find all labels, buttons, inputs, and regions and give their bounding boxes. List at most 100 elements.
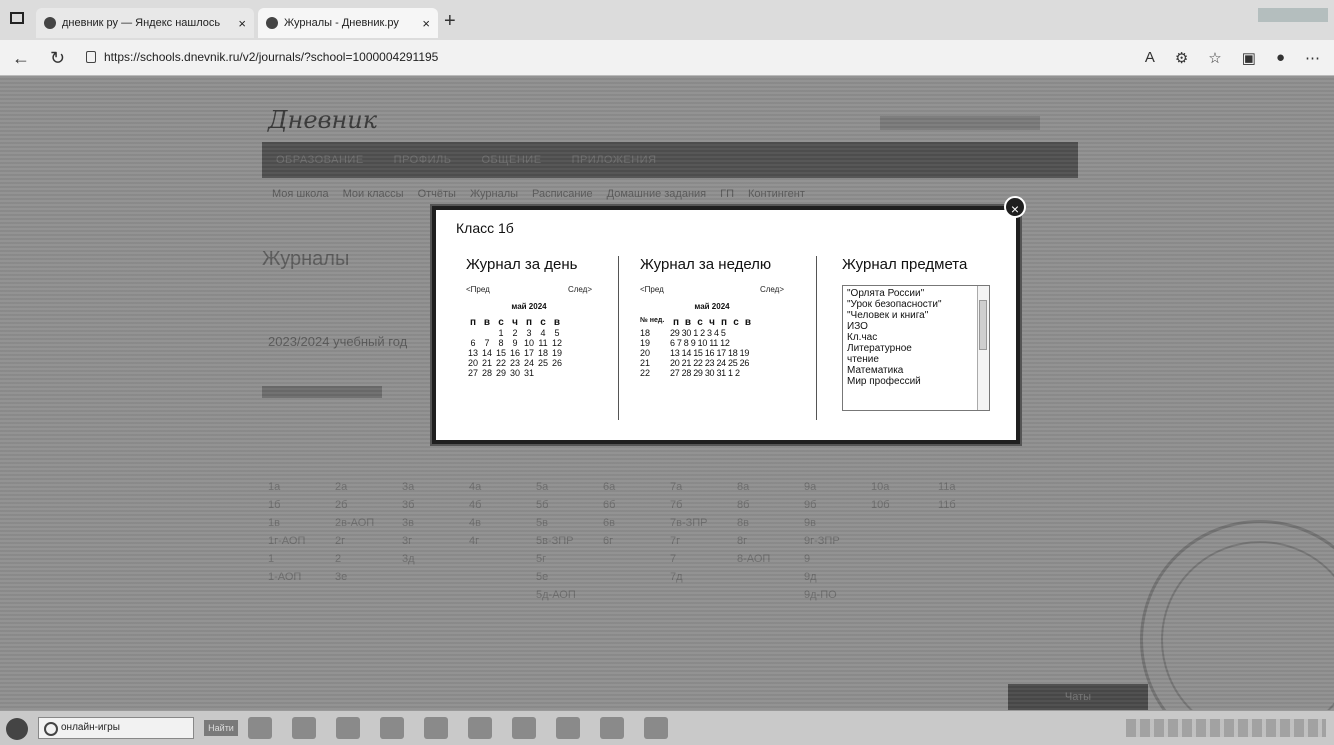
user-profile-block[interactable] (880, 116, 1040, 130)
class-link[interactable]: 8-АОП (737, 553, 804, 565)
class-link[interactable]: 2 (335, 553, 402, 565)
tab-journals[interactable]: Журналы - Дневник.ру × (258, 8, 438, 38)
class-link[interactable]: 9 (804, 553, 871, 565)
calendar-week-row[interactable]: 20 13 14 15 16 17 18 19 (640, 348, 784, 358)
day-next-link[interactable]: След> (568, 285, 592, 294)
new-tab-button[interactable]: + (444, 10, 456, 33)
class-link[interactable]: 1-АОП (268, 571, 335, 583)
week-next-link[interactable]: След> (760, 285, 784, 294)
class-link[interactable]: 5е (536, 571, 603, 583)
file-explorer-icon[interactable] (292, 717, 316, 739)
scrollbar-thumb[interactable] (979, 300, 987, 350)
calendar-day[interactable]: 17 (522, 348, 536, 358)
class-link[interactable]: 3б (402, 499, 469, 511)
class-link[interactable]: 1а (268, 481, 335, 493)
calendar-day[interactable]: 30 (508, 368, 522, 378)
tab-close-icon[interactable]: × (422, 16, 430, 31)
class-link[interactable]: 5д-АОП (536, 589, 603, 601)
calendar-day[interactable]: 20 (466, 358, 480, 368)
class-link[interactable]: 8в (737, 517, 804, 529)
calendar-day[interactable]: 2 (508, 328, 522, 338)
class-link[interactable]: 4а (469, 481, 536, 493)
subnav-my-classes[interactable]: Мои классы (343, 188, 404, 200)
class-link[interactable]: 2а (335, 481, 402, 493)
class-link[interactable]: 7в-ЗПР (670, 517, 737, 529)
chat-button[interactable]: Чаты (1008, 684, 1148, 710)
subnav-journals[interactable]: Журналы (470, 188, 518, 200)
week-days[interactable]: 13 14 15 16 17 18 19 (670, 348, 749, 358)
ie-icon[interactable] (248, 717, 272, 739)
class-link[interactable]: 5а (536, 481, 603, 493)
class-link[interactable]: 9г-ЗПР (804, 535, 871, 547)
calendar-day[interactable]: 26 (550, 358, 564, 368)
tab-close-icon[interactable]: × (238, 16, 246, 31)
powerpoint-icon[interactable] (468, 717, 492, 739)
calendar-week-row[interactable]: 19 6 7 8 9 10 11 12 (640, 338, 784, 348)
class-link[interactable]: 7 (670, 553, 737, 565)
find-button[interactable]: Найти (204, 720, 238, 736)
class-link[interactable]: 7б (670, 499, 737, 511)
calendar-day[interactable]: 5 (550, 328, 564, 338)
app-icon[interactable] (424, 717, 448, 739)
calendar-day[interactable]: 23 (508, 358, 522, 368)
modal-close-button[interactable]: × (1004, 196, 1026, 218)
favorites-icon[interactable]: ☆ (1208, 49, 1221, 67)
calendar-day[interactable]: 9 (508, 338, 522, 348)
class-link[interactable]: 7г (670, 535, 737, 547)
collections-icon[interactable]: ▣ (1242, 49, 1256, 67)
week-number[interactable]: 20 (640, 348, 670, 358)
calendar-day[interactable]: 8 (494, 338, 508, 348)
calendar-day[interactable]: 31 (522, 368, 536, 378)
class-link[interactable]: 10а (871, 481, 938, 493)
extensions-icon[interactable]: ⚙ (1175, 49, 1188, 67)
class-link[interactable]: 2в-АОП (335, 517, 402, 529)
calendar-day[interactable]: 14 (480, 348, 494, 358)
class-link[interactable]: 7а (670, 481, 737, 493)
class-link[interactable]: 8а (737, 481, 804, 493)
subject-option[interactable]: "Урок безопасности" (847, 299, 975, 310)
nav-profile[interactable]: ПРОФИЛЬ (394, 154, 452, 166)
class-link[interactable]: 1в (268, 517, 335, 529)
calendar-day[interactable]: 4 (536, 328, 550, 338)
calendar-day[interactable]: 11 (536, 338, 550, 348)
week-days[interactable]: 29 30 1 2 3 4 5 (670, 328, 726, 338)
class-link[interactable]: 2б (335, 499, 402, 511)
taskbar-search-input[interactable]: онлайн-игры (38, 717, 194, 739)
week-number[interactable]: 19 (640, 338, 670, 348)
site-logo[interactable]: Дневник (268, 106, 377, 134)
subject-listbox[interactable]: "Орлята России" "Урок безопасности" "Челов… (842, 285, 990, 411)
week-days[interactable]: 6 7 8 9 10 11 12 (670, 338, 730, 348)
subnav-homework[interactable]: Домашние задания (607, 188, 706, 200)
calendar-day[interactable]: 13 (466, 348, 480, 358)
calendar-day[interactable]: 3 (522, 328, 536, 338)
url-field[interactable]: https://schools.dnevnik.ru/v2/journals/?… (104, 50, 438, 64)
subnav-schedule[interactable]: Расписание (532, 188, 593, 200)
class-link[interactable]: 6г (603, 535, 670, 547)
nav-apps[interactable]: ПРИЛОЖЕНИЯ (572, 154, 657, 166)
class-link[interactable]: 9в (804, 517, 871, 529)
calendar-day[interactable]: 27 (466, 368, 480, 378)
subnav-my-school[interactable]: Моя школа (272, 188, 329, 200)
subject-option[interactable]: "Орлята России" (847, 288, 975, 299)
class-link[interactable]: 6в (603, 517, 670, 529)
more-menu-icon[interactable]: ⋯ (1305, 49, 1320, 67)
class-link[interactable]: 8г (737, 535, 804, 547)
edge-icon[interactable] (556, 717, 580, 739)
class-link[interactable]: 5в (536, 517, 603, 529)
subject-option[interactable]: Литературное (847, 343, 975, 354)
back-arrow-icon[interactable]: ← (12, 48, 30, 69)
class-link[interactable]: 9б (804, 499, 871, 511)
calendar-day[interactable]: 21 (480, 358, 494, 368)
class-link[interactable]: 7д (670, 571, 737, 583)
calendar-day[interactable]: 12 (550, 338, 564, 348)
day-journal-heading[interactable]: Журнал за день (466, 256, 592, 273)
class-link[interactable]: 1г-АОП (268, 535, 335, 547)
subnav-reports[interactable]: Отчёты (418, 188, 456, 200)
app-icon[interactable] (336, 717, 360, 739)
chrome-icon[interactable] (380, 717, 404, 739)
school-year-selector[interactable]: 2023/2024 учебный год (268, 334, 407, 349)
word-icon[interactable] (644, 717, 668, 739)
profile-icon[interactable]: ● (1276, 49, 1285, 67)
tab-yandex[interactable]: дневник ру — Яндекс нашлось × (36, 8, 254, 38)
subject-option[interactable]: Математика (847, 365, 975, 376)
